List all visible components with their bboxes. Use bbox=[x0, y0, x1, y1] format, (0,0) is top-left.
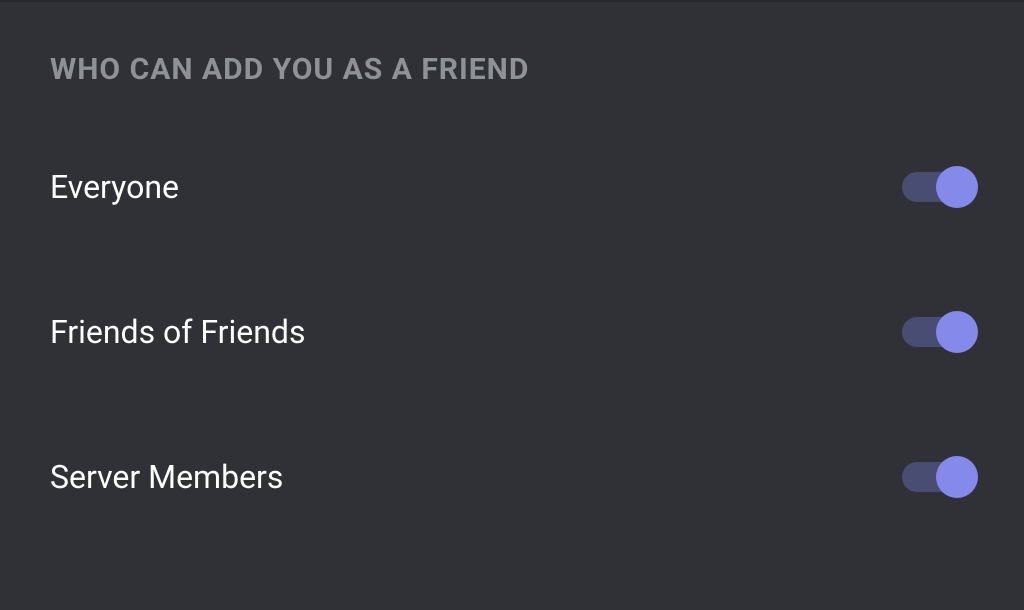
toggle-thumb bbox=[936, 311, 978, 353]
section-heading: WHO CAN ADD YOU AS A FRIEND bbox=[50, 52, 974, 87]
toggle-everyone[interactable] bbox=[902, 167, 974, 207]
toggle-server-members[interactable] bbox=[902, 457, 974, 497]
setting-label: Server Members bbox=[50, 458, 283, 496]
toggle-friends-of-friends[interactable] bbox=[902, 312, 974, 352]
setting-label: Everyone bbox=[50, 168, 179, 206]
friend-settings-section: WHO CAN ADD YOU AS A FRIEND Everyone Fri… bbox=[0, 2, 1024, 497]
setting-row-everyone: Everyone bbox=[50, 167, 974, 207]
toggle-thumb bbox=[936, 456, 978, 498]
setting-label: Friends of Friends bbox=[50, 313, 305, 351]
toggle-thumb bbox=[936, 166, 978, 208]
setting-row-friends-of-friends: Friends of Friends bbox=[50, 312, 974, 352]
setting-row-server-members: Server Members bbox=[50, 457, 974, 497]
